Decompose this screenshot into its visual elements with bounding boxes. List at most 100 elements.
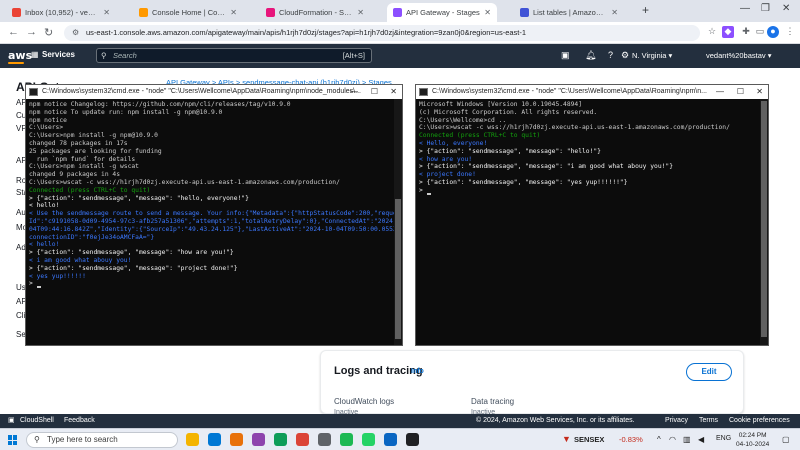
cmd-left-titlebar[interactable]: C:\Windows\system32\cmd.exe - "node" "C:… [26, 85, 402, 99]
taskbar-app-icon[interactable] [296, 433, 309, 446]
taskbar-app-icon[interactable] [186, 433, 199, 446]
tab-close-icon[interactable]: ✕ [230, 8, 237, 17]
edit-button[interactable]: Edit [686, 363, 732, 381]
aws-search-input[interactable]: ⚲ Search [Alt+S] [96, 48, 372, 63]
notification-area-chevron-icon[interactable]: ^ [657, 435, 661, 444]
taskbar-app-icon[interactable] [274, 433, 287, 446]
taskbar-app-icon[interactable] [208, 433, 221, 446]
browser-tab[interactable]: Inbox (10,952) - vedantbastav6 ✕ [6, 3, 116, 22]
bookmark-star-icon[interactable]: ☆ [706, 26, 718, 38]
cloudshell-icon[interactable]: ▣ [561, 50, 570, 61]
info-link[interactable]: Info [411, 368, 424, 375]
taskbar-app-icon[interactable] [318, 433, 331, 446]
cmd-left-scrollbar[interactable] [394, 99, 402, 345]
windows-start-icon[interactable] [8, 435, 18, 445]
taskbar-app-icon[interactable] [252, 433, 265, 446]
aws-logo[interactable]: aws [8, 49, 32, 64]
cmd-right-scrollbar[interactable] [760, 99, 768, 345]
taskbar-app-icon[interactable] [340, 433, 353, 446]
system-clock[interactable]: 02:24 PM 04-10-2024 [736, 431, 769, 449]
notification-center-icon[interactable]: ▢ [782, 435, 790, 444]
taskbar-search-input[interactable]: ⚲ Type here to search [26, 432, 178, 448]
close-window-icon[interactable]: ✕ [782, 3, 790, 14]
services-grid-icon[interactable]: ▦ [31, 50, 39, 59]
taskbar-apps-icon[interactable]: ▥ [683, 435, 691, 444]
terminal-line: > {"action": "sendmessage", "message": "… [29, 194, 249, 202]
terminal-line: (c) Microsoft Corporation. All rights re… [419, 108, 598, 116]
back-icon[interactable]: ← [8, 26, 19, 38]
cmd-right-maximize-icon[interactable]: ☐ [737, 85, 744, 99]
terminal-line: npm notice [29, 116, 67, 124]
volume-icon[interactable]: ◀︎ [698, 435, 704, 444]
tab-close-icon[interactable]: ✕ [103, 8, 110, 17]
cmd-left-minimize-icon[interactable]: — [350, 85, 358, 99]
cmd-left-scroll-thumb[interactable] [395, 199, 401, 339]
terminal-line: Microsoft Windows [Version 10.0.19045.48… [419, 101, 583, 108]
cmd-left-title: C:\Windows\system32\cmd.exe - "node" "C:… [42, 88, 361, 95]
tab-close-icon[interactable]: ✕ [357, 8, 364, 17]
cmd-right-output[interactable]: Microsoft Windows [Version 10.0.19045.48… [416, 99, 760, 345]
restore-icon[interactable]: ❐ [761, 3, 770, 14]
privacy-link[interactable]: Privacy [665, 414, 688, 428]
language-indicator[interactable]: ENG [716, 435, 731, 442]
taskbar-app-icon[interactable] [362, 433, 375, 446]
site-info-icon[interactable]: ⚙ [72, 25, 79, 41]
chrome-menu-icon[interactable]: ⋮ [784, 26, 796, 38]
settings-gear-icon[interactable]: ⚙ [621, 50, 629, 61]
cloudshell-footer-icon[interactable]: ▣ [8, 414, 15, 428]
sensex-label[interactable]: SENSEX [574, 435, 604, 444]
minimize-icon[interactable]: — [740, 3, 750, 14]
sensex-change[interactable]: -0.83% [619, 435, 643, 444]
cookie-preferences-link[interactable]: Cookie preferences [729, 414, 790, 428]
tab-label: API Gateway - Stages [406, 8, 480, 17]
terminal-line: > {"action": "sendmessage", "message": "… [29, 249, 234, 257]
region-selector[interactable]: N. Virginia ▾ [632, 51, 672, 60]
terms-link[interactable]: Terms [699, 414, 718, 428]
terminal-line: 25 packages are looking for funding [29, 147, 162, 155]
extensions-puzzle-icon[interactable]: ✚ [740, 26, 752, 38]
url-text: us-east-1.console.aws.amazon.com/apigate… [86, 28, 527, 37]
terminal-line: npm notice Changelog: https://github.com… [29, 101, 291, 108]
wifi-icon[interactable]: ◠ [669, 435, 676, 444]
sidebar-icon[interactable]: ▭ [754, 26, 766, 38]
url-input[interactable]: ⚙ us-east-1.console.aws.amazon.com/apiga… [64, 25, 700, 41]
forward-icon[interactable]: → [26, 26, 37, 38]
profile-avatar[interactable]: ● [767, 26, 779, 38]
terminal-line: run `npm fund` for details [29, 155, 136, 163]
cmd-window-left[interactable]: C:\Windows\system32\cmd.exe - "node" "C:… [25, 84, 403, 346]
new-tab-icon[interactable]: + [642, 3, 649, 17]
cmd-window-right[interactable]: C:\Windows\system32\cmd.exe - "node" "C:… [415, 84, 769, 346]
help-icon[interactable]: ? [608, 50, 613, 60]
browser-tab[interactable]: List tables | Amazon DynamoDB✕ [514, 3, 624, 22]
tab-close-icon[interactable]: ✕ [611, 8, 618, 17]
tab-favicon-icon [139, 8, 148, 17]
copyright-text: © 2024, Amazon Web Services, Inc. or its… [476, 417, 635, 424]
browser-tab-strip: Inbox (10,952) - vedantbastav6✕ Console H… [0, 0, 800, 22]
browser-tab[interactable]: Console Home | Console Home ✕ [133, 3, 243, 22]
services-menu[interactable]: Services [42, 50, 75, 59]
tab-close-icon[interactable]: ✕ [484, 8, 491, 17]
taskbar-app-icon[interactable] [406, 433, 419, 446]
address-bar-row: ← → ↻ ⚙ us-east-1.console.aws.amazon.com… [0, 22, 800, 44]
terminal-line: > {"action": "sendmessage", "message": "… [419, 163, 674, 171]
taskbar-app-icon[interactable] [384, 433, 397, 446]
terminal-line: > [419, 187, 757, 195]
browser-tab[interactable]: CloudFormation - Stack server ✕ [260, 3, 370, 22]
cmd-right-close-icon[interactable]: ✕ [756, 85, 763, 99]
account-menu[interactable]: vedant%20bastav ▾ [706, 51, 772, 60]
cloudwatch-logs-label: CloudWatch logs [334, 397, 395, 406]
cmd-left-maximize-icon[interactable]: ☐ [371, 85, 378, 99]
cloudshell-link[interactable]: CloudShell [20, 414, 54, 428]
browser-tab[interactable]: API Gateway - Stages ✕ [387, 3, 497, 22]
cmd-left-close-icon[interactable]: ✕ [390, 85, 397, 99]
cmd-right-minimize-icon[interactable]: — [716, 85, 724, 99]
terminal-line: > {"action": "sendmessage", "message": "… [419, 178, 628, 186]
taskbar-app-icon[interactable] [230, 433, 243, 446]
notifications-icon[interactable]: 🔔︎ [585, 50, 596, 61]
search-shortcut: [Alt+S] [342, 51, 365, 60]
feedback-link[interactable]: Feedback [64, 414, 95, 428]
cmd-left-output[interactable]: npm notice Changelog: https://github.com… [26, 99, 394, 345]
cmd-right-scroll-thumb[interactable] [761, 101, 767, 337]
extension-icon[interactable]: ◆ [722, 26, 734, 38]
reload-icon[interactable]: ↻ [44, 26, 53, 39]
